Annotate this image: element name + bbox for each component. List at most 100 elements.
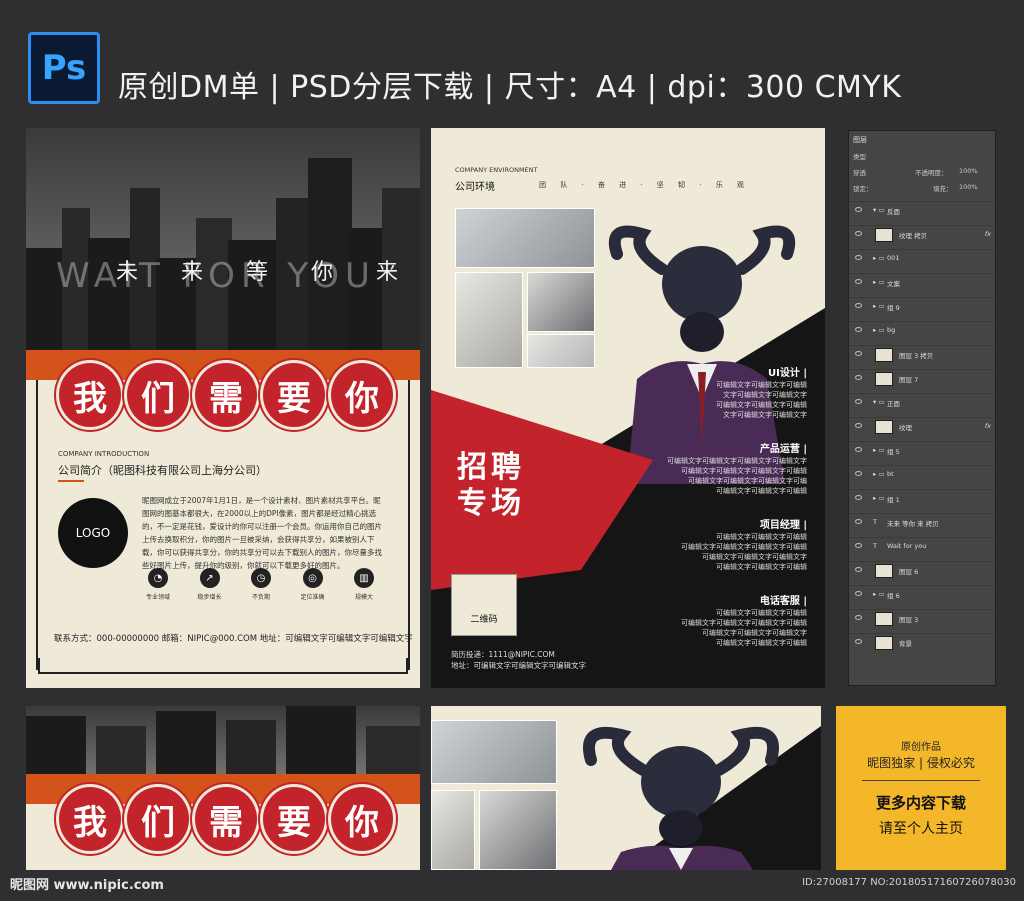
layer-name: 图层 7 [899, 376, 919, 384]
job-title: 项目经理 | [759, 520, 807, 531]
city-skyline-image: WAIT FOR YOU 未 来 等 你 来 [26, 128, 420, 358]
flyer-front: WAIT FOR YOU 未 来 等 你 来 我 们 需 要 你 COMPANY… [26, 128, 420, 688]
blend-mode-value: 穿透 [853, 169, 866, 177]
layer-thumbnail [875, 564, 893, 578]
visibility-eye-icon[interactable] [855, 255, 862, 260]
layer-row[interactable]: ▸ ▭ 组 5 [849, 441, 995, 459]
headline: 我 们 需 要 你 [56, 784, 396, 854]
layer-name: 组 1 [887, 496, 900, 504]
env-heading: 公司环境 [455, 182, 495, 193]
folder-icon: ▸ ▭ [873, 278, 885, 286]
recruit-line-2: 专场 [457, 486, 525, 521]
visibility-eye-icon[interactable] [855, 279, 862, 284]
layer-name: 文案 [887, 280, 900, 288]
visibility-eye-icon[interactable] [855, 567, 862, 572]
promo-line-1: 原创作品 [901, 742, 941, 753]
layer-row[interactable]: T 未来 等你 来 拷贝 [849, 513, 995, 531]
office-photo [479, 790, 557, 870]
opacity-label: 不透明度： [915, 169, 948, 177]
visibility-eye-icon[interactable] [855, 519, 862, 524]
layer-row[interactable]: ▸ ▭ 001 [849, 249, 995, 267]
layer-name: 未来 等你 来 拷贝 [887, 520, 939, 528]
layer-row[interactable]: 图层 7 [849, 369, 995, 387]
building-icon: ▥ [354, 568, 374, 588]
pie-chart-icon: ◔ [148, 568, 168, 588]
layer-row[interactable]: 背景 [849, 633, 995, 651]
visibility-eye-icon[interactable] [855, 591, 862, 596]
office-photo [431, 790, 475, 870]
layer-thumbnail [875, 228, 893, 242]
visibility-eye-icon[interactable] [855, 375, 862, 380]
layer-row[interactable]: 图层 6 [849, 561, 995, 579]
frame-line-right [408, 380, 410, 670]
visibility-eye-icon[interactable] [855, 399, 862, 404]
effects-icon[interactable]: fx [985, 422, 991, 430]
layer-row[interactable]: T Wait for you [849, 537, 995, 555]
folder-icon: ▸ ▭ [873, 446, 885, 454]
preview-front: 我 们 需 要 你 [26, 706, 420, 870]
job-description: 可编辑文字可编辑文字可编辑 可编辑文字可编辑文字可编辑文字可编辑 可编辑文字可编… [681, 533, 807, 571]
layer-row[interactable]: ▸ ▭ 文案 [849, 273, 995, 291]
job-title: 电话客服 | [759, 596, 807, 607]
layer-row[interactable]: ▸ ▭ 组 6 [849, 585, 995, 603]
layer-thumbnail [875, 636, 893, 650]
headline-char: 要 [260, 360, 328, 430]
image-id: ID:27008177 NO:20180517160726078030 [802, 877, 1016, 888]
layer-row[interactable]: ▸ ▭ 组 1 [849, 489, 995, 507]
feature-item: ↗ 稳步增长 [188, 568, 232, 601]
layer-name: 图层 3 拷贝 [899, 352, 934, 360]
site-watermark: 昵图网 www.nipic.com [10, 878, 164, 893]
visibility-eye-icon[interactable] [855, 231, 862, 236]
layer-row[interactable]: 纹理 拷贝 fx [849, 225, 995, 243]
folder-icon: ▸ ▭ [873, 494, 885, 502]
promo-box: 原创作品 昵图独家 | 侵权必究 更多内容下载 请至个人主页 [836, 706, 1006, 870]
opacity-value[interactable]: 100% [959, 167, 978, 175]
headline-char: 需 [192, 360, 260, 430]
office-photo [527, 334, 595, 368]
visibility-eye-icon[interactable] [855, 207, 862, 212]
visibility-eye-icon[interactable] [855, 639, 862, 644]
visibility-eye-icon[interactable] [855, 351, 862, 356]
blend-mode-select[interactable]: 穿透 不透明度： 100% [853, 167, 995, 181]
intro-heading-en: COMPANY INTRODUCTION [58, 450, 150, 458]
visibility-eye-icon[interactable] [855, 495, 862, 500]
layer-row[interactable]: 图层 3 [849, 609, 995, 627]
feature-label: 专业领域 [145, 594, 170, 601]
kind-filter[interactable]: 类型 [853, 151, 995, 165]
fill-value[interactable]: 100% [959, 183, 978, 191]
headline-char: 你 [328, 784, 396, 854]
contact-info: 联系方式：000-00000000 邮箱：NIPIC@000.COM 地址：可编… [54, 634, 413, 644]
layer-row[interactable]: ▾ ▭ 正面 [849, 393, 995, 411]
layer-thumbnail [875, 372, 893, 386]
layer-row[interactable]: ▸ ▭ 组 9 [849, 297, 995, 315]
headline-char: 我 [56, 360, 124, 430]
clock-icon: ◷ [251, 568, 271, 588]
layer-row[interactable]: ▸ ▭ bg [849, 321, 995, 339]
growth-chart-icon: ↗ [199, 568, 220, 588]
layer-row[interactable]: ▸ ▭ bt [849, 465, 995, 483]
feature-item: ◔ 专业领域 [136, 568, 180, 601]
visibility-eye-icon[interactable] [855, 471, 862, 476]
layer-thumbnail [875, 612, 893, 626]
headline: 我 们 需 要 你 [56, 360, 396, 430]
promo-divider [862, 780, 980, 781]
layer-name: 001 [887, 254, 900, 262]
layer-name: 组 9 [887, 304, 900, 312]
banner-chinese: 未 来 等 你 来 [116, 260, 416, 285]
resume-email: 简历投递：1111@NIPIC.COM [451, 650, 555, 659]
visibility-eye-icon[interactable] [855, 303, 862, 308]
visibility-eye-icon[interactable] [855, 615, 862, 620]
effects-icon[interactable]: fx [985, 230, 991, 238]
visibility-eye-icon[interactable] [855, 327, 862, 332]
visibility-eye-icon[interactable] [855, 447, 862, 452]
layer-row[interactable]: ▾ ▭ 反面 [849, 201, 995, 219]
layer-row[interactable]: 纹理 fx [849, 417, 995, 435]
tab-layers[interactable]: 图层 [853, 135, 867, 145]
folder-icon: ▸ ▭ [873, 254, 885, 262]
headline-char: 们 [124, 360, 192, 430]
visibility-eye-icon[interactable] [855, 423, 862, 428]
visibility-eye-icon[interactable] [855, 543, 862, 548]
recruit-line-1: 招聘 [457, 450, 525, 485]
layer-name: bg [887, 326, 896, 334]
layer-row[interactable]: 图层 3 拷贝 [849, 345, 995, 363]
